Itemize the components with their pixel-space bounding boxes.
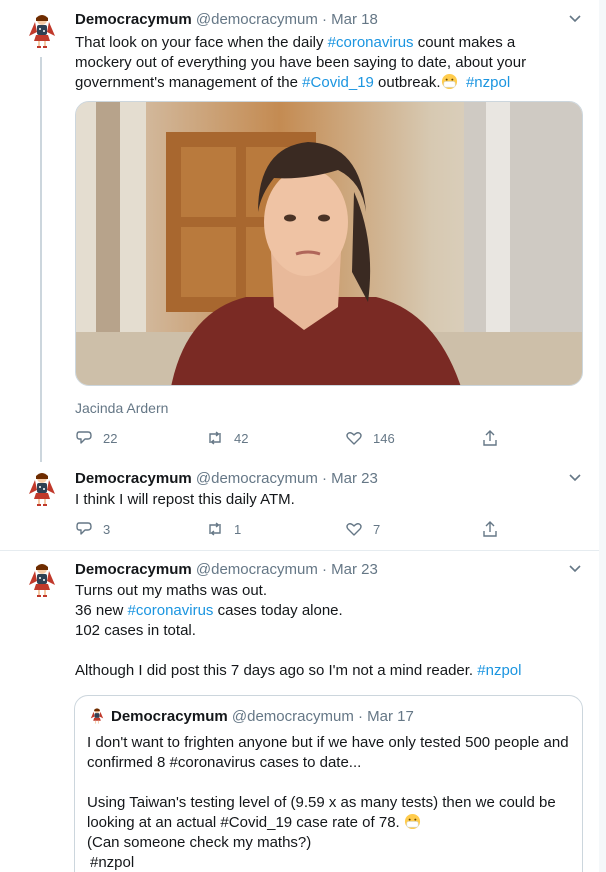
user-handle[interactable]: @democracymum (196, 11, 318, 28)
quoted-line: (Can someone check my maths?) (87, 834, 312, 851)
separator-dot: · (357, 708, 363, 725)
caret-down-icon[interactable] (568, 12, 582, 26)
quoted-handle: @democracymum (231, 708, 354, 725)
display-name[interactable]: Democracymum (75, 470, 192, 487)
mask-emoji-icon (404, 813, 420, 830)
hashtag-link[interactable]: #nzpol (477, 662, 521, 679)
retweet-count: 42 (234, 430, 249, 446)
superhero-avatar-icon (21, 559, 63, 601)
text-line: Although I did post this 7 days ago so I… (75, 661, 575, 681)
retweet-button[interactable]: 42 (206, 428, 248, 448)
thread-connector-line (40, 57, 42, 462)
reply-icon (76, 522, 92, 535)
tweet-date[interactable]: Mar 23 (331, 561, 378, 578)
quoted-avatar (87, 706, 107, 726)
share-icon (483, 521, 497, 537)
quoted-line: Using Taiwan's testing level of (9.59 x … (87, 793, 572, 833)
retweet-icon (209, 431, 221, 445)
separator-dot: · (321, 561, 327, 578)
reply-button[interactable]: 22 (75, 428, 117, 448)
hashtag-link[interactable]: #coronavirus (128, 602, 214, 619)
text-segment: cases today alone. (213, 602, 343, 619)
avatar[interactable] (21, 559, 63, 601)
share-icon (483, 430, 497, 446)
tweet-header: Democracymum @democracymum · Mar 18 (75, 10, 378, 30)
user-handle[interactable]: @democracymum (196, 561, 318, 578)
hashtag-link[interactable]: #coronavirus (328, 34, 414, 51)
caret-down-icon[interactable] (568, 562, 582, 576)
superhero-avatar-icon (21, 468, 63, 510)
tweet-date[interactable]: Mar 23 (331, 470, 378, 487)
retweet-button[interactable]: 1 (206, 519, 241, 539)
quoted-text: I don't want to frighten anyone but if w… (87, 733, 572, 872)
quoted-line: #nzpol (90, 854, 135, 871)
tweet-text: That look on your face when the daily #c… (75, 33, 575, 93)
avatar[interactable] (21, 468, 63, 510)
text-segment: Although I did post this 7 days ago so I… (75, 662, 478, 679)
tweet-1[interactable]: Democracymum @democracymum · Mar 18 That… (0, 0, 599, 462)
reply-icon (76, 431, 92, 444)
superhero-avatar-icon (87, 706, 107, 726)
text-line: 102 cases in total. (75, 622, 196, 639)
quoted-tweet[interactable]: Democracymum @democracymum · Mar 17 I do… (74, 695, 583, 872)
hashtag-link[interactable]: #nzpol (466, 74, 510, 91)
tweet-text: I think I will repost this daily ATM. (75, 491, 295, 508)
share-button[interactable] (481, 428, 499, 448)
display-name[interactable]: Democracymum (75, 561, 192, 578)
avatar[interactable] (21, 10, 63, 52)
tweet-date[interactable]: Mar 18 (331, 11, 378, 28)
hashtag-link[interactable]: #Covid_19 (302, 74, 374, 91)
text-segment: That look on your face when the daily (75, 34, 328, 51)
text-line: 36 new #coronavirus cases today alone. (75, 601, 575, 621)
like-icon (346, 432, 362, 445)
like-button[interactable]: 146 (345, 428, 395, 448)
quoted-date: Mar 17 (367, 708, 414, 725)
tweet-header: Democracymum @democracymum · Mar 23 (75, 469, 378, 489)
tweet-image[interactable] (75, 101, 583, 386)
photo-jacinda-ardern (76, 102, 582, 385)
user-handle[interactable]: @democracymum (196, 470, 318, 487)
superhero-avatar-icon (21, 10, 63, 52)
tweet-actions: 3 1 7 (75, 519, 500, 539)
display-name[interactable]: Democracymum (75, 11, 192, 28)
separator-dot: · (321, 470, 327, 487)
text-segment: 36 new (75, 602, 128, 619)
tweet-2[interactable]: Democracymum @democracymum · Mar 23 I th… (0, 462, 599, 550)
share-button[interactable] (481, 519, 499, 539)
quoted-header: Democracymum @democracymum · Mar 17 (111, 707, 414, 727)
text-line: Turns out my maths was out. (75, 582, 268, 599)
retweet-icon (209, 522, 221, 536)
like-icon (346, 523, 362, 536)
like-count: 146 (373, 430, 395, 446)
mask-emoji-icon (441, 73, 457, 90)
caret-down-icon[interactable] (568, 471, 582, 485)
tweet-actions: 22 42 146 (75, 428, 500, 448)
quoted-line: I don't want to frighten anyone but if w… (87, 734, 569, 771)
reply-count: 22 (103, 430, 118, 446)
tweet-text: Turns out my maths was out. 36 new #coro… (75, 581, 575, 681)
reply-count: 3 (103, 521, 111, 537)
image-caption: Jacinda Ardern (75, 400, 169, 416)
text-segment: outbreak. (373, 74, 441, 91)
retweet-count: 1 (234, 521, 242, 537)
tweet-header: Democracymum @democracymum · Mar 23 (75, 560, 378, 580)
like-count: 7 (373, 521, 381, 537)
like-button[interactable]: 7 (345, 519, 380, 539)
text-segment: Using Taiwan's testing level of (9.59 x … (87, 794, 556, 831)
reply-button[interactable]: 3 (75, 519, 110, 539)
timeline: Democracymum @democracymum · Mar 18 That… (0, 0, 606, 872)
separator-dot: · (321, 11, 327, 28)
scrollbar[interactable] (599, 0, 606, 872)
quoted-display-name: Democracymum (111, 708, 228, 725)
